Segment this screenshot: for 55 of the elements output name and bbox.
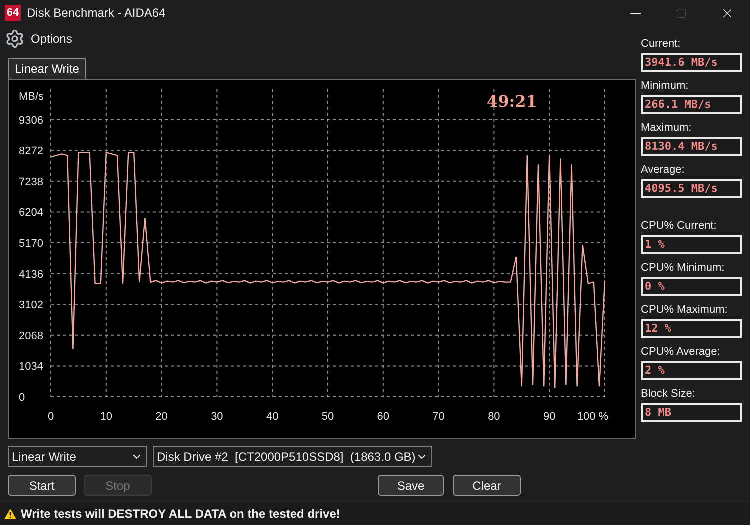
warning-icon	[3, 506, 18, 522]
x-tick-label: 0	[48, 411, 54, 423]
test-type-dropdown[interactable]: Linear Write	[8, 446, 147, 467]
x-tick-label: 40	[266, 411, 279, 423]
stat-value-field: 8 MB	[641, 403, 742, 422]
stat-value-field: 266.1 MB/s	[641, 95, 742, 114]
stat-value-field: 4095.5 MB/s	[641, 179, 742, 198]
stat-label: CPU% Maximum:	[641, 304, 729, 317]
stat-label: Average:	[641, 164, 686, 177]
stat-label: Minimum:	[641, 80, 690, 93]
y-tick-label: 8272	[19, 146, 44, 158]
stat-label: Maximum:	[641, 122, 693, 135]
tab[interactable]: Linear Write	[8, 58, 86, 79]
stat-value-field: 2 %	[641, 361, 742, 380]
stat-value-field: 12 %	[641, 319, 742, 338]
warning-text: Write tests will DESTROY ALL DATA on the tested drive!	[21, 506, 340, 523]
y-tick-label: 9306	[19, 114, 44, 127]
y-tick-label: 3102	[19, 300, 44, 312]
action-button[interactable]: Clear	[453, 475, 521, 496]
stat-value-field: 0 %	[641, 277, 742, 296]
elapsed-timer: 49:21	[487, 92, 538, 111]
x-tick-label: 70	[432, 411, 445, 423]
x-tick-label: 30	[211, 411, 224, 423]
y-axis-label: MB/s	[19, 91, 44, 103]
app-logo: 64	[5, 5, 21, 21]
y-tick-label: 5170	[19, 238, 44, 250]
y-tick-label: 0	[19, 392, 26, 404]
window-title: Disk Benchmark - AIDA64	[27, 5, 166, 22]
y-tick-label: 7238	[19, 176, 44, 188]
y-tick-label: 2068	[19, 330, 44, 342]
stat-label: CPU% Current:	[641, 220, 718, 233]
action-button[interactable]: Start	[8, 475, 76, 496]
stat-value-field: 1 %	[641, 235, 742, 254]
action-button[interactable]: Save	[378, 475, 444, 496]
x-tick-label: 100 %	[577, 411, 609, 423]
x-tick-label: 60	[377, 411, 390, 423]
x-tick-label: 90	[543, 411, 556, 423]
x-tick-label: 80	[488, 411, 500, 423]
x-tick-label: 50	[322, 411, 334, 423]
x-tick-label: 10	[100, 411, 113, 423]
stat-label: Block Size:	[641, 388, 696, 401]
x-tick-label: 20	[156, 411, 168, 423]
y-tick-label: 4136	[19, 268, 44, 281]
maximize-icon	[676, 8, 686, 18]
y-tick-label: 6204	[19, 207, 44, 220]
stat-label: Current:	[641, 38, 682, 51]
stat-label: CPU% Average:	[641, 346, 722, 359]
minimize-icon	[630, 12, 640, 14]
options-button[interactable]: Options	[5, 29, 72, 49]
settings-icon	[5, 29, 25, 49]
y-tick-label: 1034	[19, 361, 44, 374]
stat-label: CPU% Minimum:	[641, 262, 726, 275]
stat-value-field: 3941.6 MB/s	[641, 53, 742, 72]
drive-dropdown[interactable]: Disk Drive #2 [CT2000P510SSD8] (1863.0 GB)	[153, 446, 432, 467]
stat-value-field: 8130.4 MB/s	[641, 137, 742, 156]
